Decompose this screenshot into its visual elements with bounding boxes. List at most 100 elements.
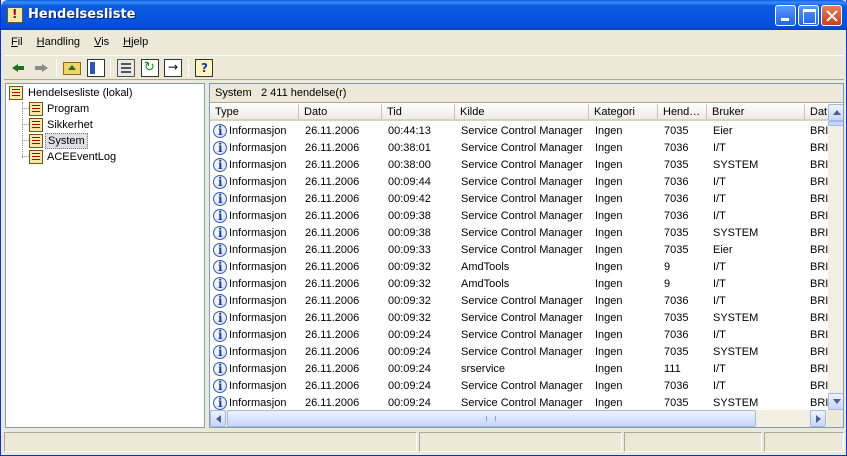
cell-date: 26.11.2006 [305, 210, 360, 222]
column-header-time[interactable]: Tid [382, 104, 455, 119]
cell-date: 26.11.2006 [305, 363, 360, 375]
vertical-scrollbar[interactable] [828, 104, 843, 410]
table-row[interactable]: Informasjon 26.11.2006 00:44:13 Service Con… [210, 123, 828, 140]
vertical-scroll-thumb[interactable] [828, 121, 843, 126]
maximize-button[interactable] [798, 5, 819, 26]
cell-time: 00:09:24 [388, 363, 431, 375]
column-header-source[interactable]: Kilde [455, 104, 589, 119]
back-arrow-icon[interactable] [10, 59, 28, 77]
cell-category: Ingen [595, 125, 623, 137]
menu-view[interactable]: Vis [87, 33, 116, 53]
scroll-up-button[interactable] [828, 104, 843, 121]
table-row[interactable]: Informasjon 26.11.2006 00:09:44 Service Con… [210, 174, 828, 191]
cell-computer: BRI [810, 142, 828, 154]
table-row[interactable]: Informasjon 26.11.2006 00:09:33 Service Con… [210, 242, 828, 259]
cell-user: I/T [713, 261, 726, 273]
cell-event-id: 7035 [664, 244, 689, 256]
cell-user: I/T [713, 329, 726, 341]
cell-source: Service Control Manager [461, 346, 583, 358]
table-row[interactable]: Informasjon 26.11.2006 00:38:01 Service Con… [210, 140, 828, 157]
cell-event-id: 7036 [664, 380, 689, 392]
cell-event-id: 7035 [664, 227, 689, 239]
refresh-icon[interactable] [141, 59, 159, 77]
information-icon [213, 327, 227, 344]
cell-source: Service Control Manager [461, 312, 583, 324]
cell-event-id: 7035 [664, 159, 689, 171]
table-row[interactable]: Informasjon 26.11.2006 00:09:32 Service Con… [210, 310, 828, 327]
cell-computer: BRI [810, 193, 828, 205]
cell-computer: BRI [810, 125, 828, 137]
scroll-down-button[interactable] [828, 393, 843, 410]
cell-category: Ingen [595, 363, 623, 375]
table-row[interactable]: Informasjon 26.11.2006 00:09:24 Service Con… [210, 344, 828, 361]
cell-type: Informasjon [229, 125, 287, 137]
column-header-date[interactable]: Dato [299, 104, 382, 119]
horizontal-scroll-thumb[interactable] [227, 410, 756, 427]
scroll-right-button[interactable] [810, 410, 826, 427]
table-row[interactable]: Informasjon 26.11.2006 00:09:24 Service Con… [210, 378, 828, 395]
event-list[interactable]: Informasjon 26.11.2006 00:44:13 Service Con… [210, 123, 828, 412]
up-folder-icon[interactable] [63, 62, 81, 75]
column-header-category[interactable]: Kategori [589, 104, 658, 119]
help-icon[interactable] [195, 59, 213, 77]
cell-category: Ingen [595, 312, 623, 324]
cell-date: 26.11.2006 [305, 261, 360, 273]
cell-time: 00:09:32 [388, 261, 431, 273]
column-header-user[interactable]: Bruker [707, 104, 805, 119]
event-viewer-app-icon[interactable] [7, 7, 23, 23]
column-header-type[interactable]: Type [210, 104, 299, 119]
information-icon [213, 293, 227, 310]
menu-help[interactable]: Hjelp [116, 33, 155, 53]
cell-event-id: 7035 [664, 312, 689, 324]
cell-type: Informasjon [229, 210, 287, 222]
cell-source: Service Control Manager [461, 176, 583, 188]
cell-computer: BRI [810, 227, 828, 239]
show-hide-tree-icon[interactable] [87, 59, 105, 77]
console-tree[interactable]: Hendelsesliste (lokal) Program Sikkerhet… [5, 83, 205, 428]
cell-event-id: 7036 [664, 295, 689, 307]
cell-type: Informasjon [229, 244, 287, 256]
column-header-event[interactable]: Hend… [658, 104, 707, 119]
information-icon [213, 310, 227, 327]
table-row[interactable]: Informasjon 26.11.2006 00:38:00 Service Con… [210, 157, 828, 174]
cell-user: SYSTEM [713, 159, 759, 171]
export-list-icon[interactable] [164, 59, 182, 77]
close-button[interactable] [821, 5, 842, 26]
table-row[interactable]: Informasjon 26.11.2006 00:09:24 Service Con… [210, 327, 828, 344]
menu-action[interactable]: Handling [30, 33, 87, 53]
horizontal-scrollbar[interactable] [210, 410, 828, 427]
table-row[interactable]: Informasjon 26.11.2006 00:09:32 Service Con… [210, 293, 828, 310]
cell-source: Service Control Manager [461, 142, 583, 154]
cell-source: Service Control Manager [461, 380, 583, 392]
information-icon [213, 276, 227, 293]
cell-source: Service Control Manager [461, 159, 583, 171]
minimize-button[interactable] [775, 5, 796, 26]
status-panel-2 [419, 432, 622, 452]
window-title: Hendelsesliste [28, 7, 136, 22]
table-row[interactable]: Informasjon 26.11.2006 00:09:32 AmdTools Ing… [210, 259, 828, 276]
cell-time: 00:09:24 [388, 380, 431, 392]
cell-date: 26.11.2006 [305, 295, 360, 307]
menu-file[interactable]: Fil [4, 33, 30, 53]
cell-date: 26.11.2006 [305, 159, 360, 171]
column-header-computer[interactable]: Dat [805, 104, 828, 119]
table-row[interactable]: Informasjon 26.11.2006 00:09:38 Service Con… [210, 225, 828, 242]
table-row[interactable]: Informasjon 26.11.2006 00:09:38 Service Con… [210, 208, 828, 225]
cell-computer: BRI [810, 295, 828, 307]
information-icon [213, 395, 227, 412]
event-viewer-window: Hendelsesliste Fil Handling Vis Hjelp He… [0, 0, 847, 456]
forward-arrow-icon[interactable] [32, 59, 50, 77]
scroll-left-button[interactable] [210, 410, 226, 427]
cell-category: Ingen [595, 295, 623, 307]
table-row[interactable]: Informasjon 26.11.2006 00:09:32 AmdTools Ing… [210, 276, 828, 293]
cell-event-id: 9 [664, 261, 671, 273]
information-icon [213, 208, 227, 225]
title-bar[interactable]: Hendelsesliste [1, 0, 847, 30]
pane-header: System 2 411 hendelse(r) [210, 84, 843, 103]
properties-icon[interactable] [117, 59, 135, 77]
table-row[interactable]: Informasjon 26.11.2006 00:09:42 Service Con… [210, 191, 828, 208]
table-row[interactable]: Informasjon 26.11.2006 00:09:24 srservice In… [210, 361, 828, 378]
cell-computer: BRI [810, 380, 828, 392]
cell-computer: BRI [810, 176, 828, 188]
cell-computer: BRI [810, 261, 828, 273]
